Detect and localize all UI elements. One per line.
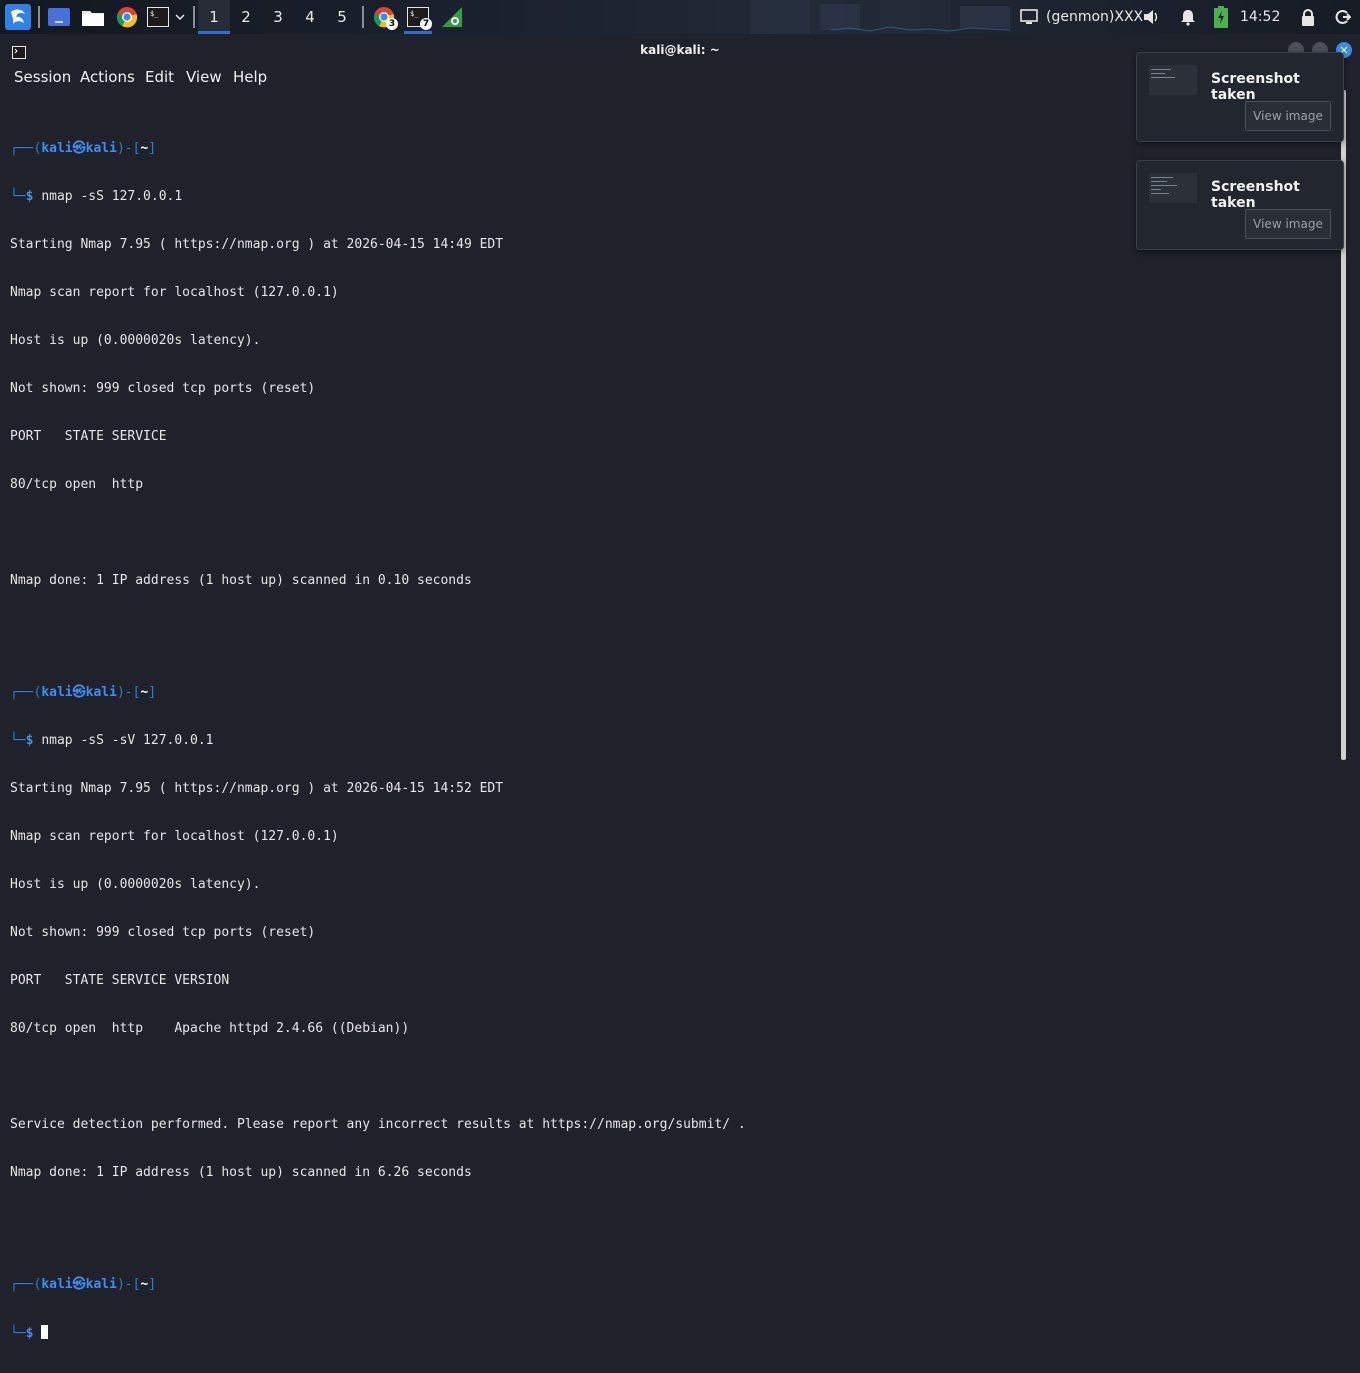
- output-line: 80/tcp open http: [10, 477, 144, 492]
- output-line: Nmap done: 1 IP address (1 host up) scan…: [10, 1165, 472, 1180]
- display-icon[interactable]: [1018, 0, 1040, 34]
- menu-view[interactable]: View: [186, 66, 222, 88]
- prompt-line-command: └─$ nmap -sS -sV 127.0.0.1: [10, 733, 214, 748]
- file-manager-icon[interactable]: [80, 0, 106, 34]
- terminal-task-button[interactable]: $_ 7: [402, 0, 434, 34]
- genmon-text[interactable]: (genmon)XXX: [1046, 0, 1143, 34]
- output-line: 80/tcp open http Apache httpd 2.4.66 ((D…: [10, 1021, 410, 1036]
- output-line: Nmap done: 1 IP address (1 host up) scan…: [10, 573, 472, 588]
- volume-icon[interactable]: [1142, 0, 1162, 34]
- workspace-label: 2: [241, 8, 251, 26]
- command-text: nmap -sS 127.0.0.1: [41, 189, 183, 204]
- notification-title: Screenshot taken: [1211, 179, 1300, 211]
- screenshot-thumbnail: [1149, 173, 1197, 203]
- output-line: Nmap scan report for localhost (127.0.0.…: [10, 829, 339, 844]
- menu-edit[interactable]: Edit: [145, 66, 174, 88]
- menu-help[interactable]: Help: [233, 66, 267, 88]
- output-line: Nmap scan report for localhost (127.0.0.…: [10, 285, 339, 300]
- battery-icon[interactable]: [1210, 0, 1232, 34]
- view-image-button[interactable]: View image: [1245, 209, 1331, 239]
- output-line: Service detection performed. Please repo…: [10, 1117, 746, 1132]
- app-task-button[interactable]: [438, 0, 466, 34]
- chrome-task-button[interactable]: 3: [370, 0, 398, 34]
- panel-separator: [38, 6, 40, 28]
- kali-menu-icon[interactable]: [2, 0, 34, 34]
- green-app-icon: [442, 7, 462, 27]
- workspace-label: 5: [337, 8, 347, 26]
- top-panel: $_ 1 2 3 4 5 3 $_ 7 (genmon)XXX 14:52: [0, 0, 1360, 34]
- prompt-line-top: ┌──(kali㉿kali)-[~]: [10, 141, 157, 156]
- output-line: Not shown: 999 closed tcp ports (reset): [10, 381, 316, 396]
- prompt-line-top: ┌──(kali㉿kali)-[~]: [10, 1277, 157, 1292]
- workspace-label: 3: [273, 8, 283, 26]
- workspace-label: 1: [209, 8, 219, 26]
- workspace-switcher-icon[interactable]: [46, 0, 72, 34]
- window-count-badge: 3: [386, 18, 398, 30]
- output-line: PORT STATE SERVICE VERSION: [10, 973, 230, 988]
- clock[interactable]: 14:52: [1240, 0, 1280, 34]
- logout-icon[interactable]: [1332, 0, 1354, 34]
- workspace-4-button[interactable]: 4: [294, 0, 326, 34]
- panel-background-art: [750, 0, 1011, 34]
- notification-card[interactable]: Screenshot taken View image: [1136, 160, 1344, 250]
- command-text: nmap -sS -sV 127.0.0.1: [41, 733, 214, 748]
- output-line: Host is up (0.0000020s latency).: [10, 333, 261, 348]
- output-line: Host is up (0.0000020s latency).: [10, 877, 261, 892]
- output-line: PORT STATE SERVICE: [10, 429, 167, 444]
- workspace-3-button[interactable]: 3: [262, 0, 294, 34]
- menu-actions[interactable]: Actions: [80, 66, 135, 88]
- svg-text:$_: $_: [410, 10, 419, 18]
- notification-card[interactable]: Screenshot taken View image: [1136, 52, 1344, 142]
- prompt-line-command: └─$: [10, 1325, 746, 1341]
- terminal-icon[interactable]: $_: [146, 0, 170, 34]
- lock-icon[interactable]: [1298, 0, 1318, 34]
- workspace-label: 4: [305, 8, 315, 26]
- workspace-5-button[interactable]: 5: [326, 0, 358, 34]
- notification-bell-icon[interactable]: [1178, 0, 1198, 34]
- chrome-icon[interactable]: [114, 0, 140, 34]
- output-line: Starting Nmap 7.95 ( https://nmap.org ) …: [10, 237, 504, 252]
- menu-session[interactable]: Session: [14, 66, 71, 88]
- screenshot-thumbnail: [1149, 65, 1197, 95]
- workspace-2-button[interactable]: 2: [230, 0, 262, 34]
- text-cursor: [41, 1325, 49, 1339]
- workspace-1-button[interactable]: 1: [198, 0, 230, 34]
- terminal-text[interactable]: ┌──(kali㉿kali)-[~] └─$ nmap -sS 127.0.0.…: [10, 93, 746, 1373]
- output-line: Starting Nmap 7.95 ( https://nmap.org ) …: [10, 781, 504, 796]
- prompt-line-command: └─$ nmap -sS 127.0.0.1: [10, 189, 183, 204]
- svg-text:$_: $_: [150, 10, 159, 18]
- panel-separator: [362, 6, 364, 28]
- notification-title: Screenshot taken: [1211, 71, 1300, 103]
- panel-separator: [193, 6, 195, 28]
- chevron-down-icon[interactable]: [172, 0, 188, 34]
- window-count-badge: 7: [420, 18, 432, 30]
- view-image-button[interactable]: View image: [1245, 101, 1331, 131]
- prompt-line-top: ┌──(kali㉿kali)-[~]: [10, 685, 157, 700]
- output-line: Not shown: 999 closed tcp ports (reset): [10, 925, 316, 940]
